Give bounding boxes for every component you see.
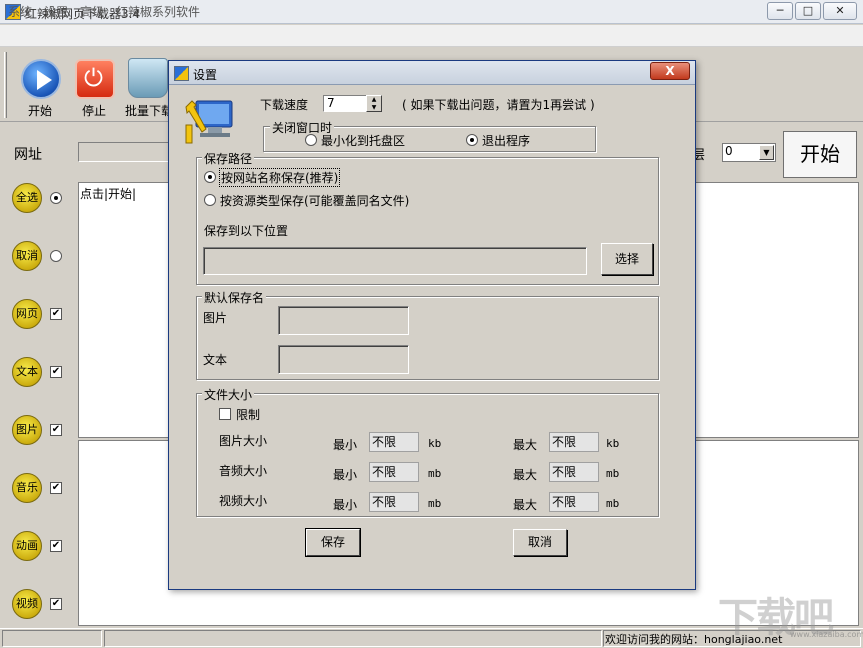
speed-spinner[interactable]: ▲ ▼ [366,95,382,112]
size-min-label: 最小 [333,438,358,452]
watermark-url: www.xiazaiba.com [790,630,863,639]
side-checkbox[interactable]: ✔ [50,308,62,320]
size-unit: mb [428,497,442,510]
limit-checkbox[interactable] [219,408,231,420]
url-label: 网址 [14,147,42,163]
menu-system[interactable]: 系统 [8,3,32,20]
size-max-input[interactable]: 不限 [549,432,599,452]
side-checkbox[interactable]: ✔ [50,366,62,378]
list-hint-text: 点击|开始| [80,187,137,201]
radio-exit-program-label: 退出程序 [482,134,531,148]
speed-input[interactable]: 7 [323,95,367,112]
default-name-title: 默认保存名 [202,289,267,306]
start-download-label: 开始 [27,104,52,118]
side-button[interactable]: 音乐 [12,473,42,503]
size-unit: mb [606,497,620,510]
default-image-label: 图片 [203,311,228,325]
size-max-label: 最大 [513,498,538,512]
cancel-button[interactable]: 取消 [513,529,567,556]
radio-save-by-site-label: 按网站名称保存(推荐) [219,168,341,187]
toolbar-grip [4,52,7,118]
side-checkbox[interactable]: ✔ [50,540,62,552]
size-max-input[interactable]: 不限 [549,462,599,482]
dialog-close-button[interactable]: X [650,62,690,80]
default-text-input[interactable] [278,345,409,374]
side-checkbox[interactable]: ✔ [50,424,62,436]
radio-exit-program[interactable] [466,134,478,146]
limit-label: 限制 [236,408,261,422]
side-radio[interactable] [50,250,62,262]
dialog-title: 设置 [193,68,218,82]
size-row-label: 图片大小 [219,434,268,448]
radio-save-by-type-label: 按资源类型保存(可能覆盖同名文件) [220,194,410,208]
size-min-label: 最小 [333,468,358,482]
stop-label: 停止 [81,104,106,118]
menu-series[interactable]: 红辣椒系列软件 [116,3,200,20]
size-row-label: 视频大小 [219,494,268,508]
side-button[interactable]: 取消 [12,241,42,271]
default-name-group [196,296,659,380]
size-max-label: 最大 [513,468,538,482]
start-download-button[interactable] [21,59,61,99]
save-location-label: 保存到以下位置 [204,224,289,238]
choose-folder-button[interactable]: 选择 [601,243,653,275]
side-checkbox[interactable]: ✔ [50,482,62,494]
settings-tools-icon [185,100,233,144]
radio-save-by-type[interactable] [204,194,216,206]
side-radio[interactable] [50,192,62,204]
stop-button[interactable] [75,59,115,99]
menu-settings[interactable]: 设置 [44,3,68,20]
default-text-label: 文本 [203,353,228,367]
size-row-label: 音频大小 [219,464,268,478]
size-max-label: 最大 [513,438,538,452]
side-checkbox[interactable]: ✔ [50,598,62,610]
batch-download-button[interactable] [128,58,168,98]
size-max-input[interactable]: 不限 [549,492,599,512]
start-button[interactable]: 开始 [783,131,857,178]
size-min-input[interactable]: 不限 [369,432,419,452]
size-unit: mb [606,467,620,480]
save-button[interactable]: 保存 [305,528,361,557]
minimize-button[interactable]: ─ [767,2,793,20]
depth-value: 0 [725,144,733,158]
menu-bar [0,25,863,47]
url-input[interactable] [78,142,174,162]
file-size-title: 文件大小 [202,386,255,403]
size-unit: mb [428,467,442,480]
side-button[interactable]: 文本 [12,357,42,387]
chevron-down-icon[interactable]: ▼ [759,145,774,160]
save-path-title: 保存路径 [202,150,255,167]
dialog-title-bar [169,61,695,85]
radio-save-by-site[interactable] [204,171,216,183]
size-unit: kb [606,437,620,450]
menu-advanced[interactable]: 高级 [80,3,104,20]
size-min-input[interactable]: 不限 [369,462,419,482]
save-location-input[interactable] [203,247,587,275]
speed-label: 下载速度 [260,98,309,112]
side-button[interactable]: 动画 [12,531,42,561]
status-cell-2 [104,630,602,647]
side-button[interactable]: 全选 [12,183,42,213]
status-cell-1 [2,630,102,647]
size-min-input[interactable]: 不限 [369,492,419,512]
close-button[interactable]: ✕ [823,2,857,20]
speed-hint: ( 如果下载出问题，请置为1再尝试 ) [402,98,595,112]
side-button[interactable]: 视频 [12,589,42,619]
radio-minimize-tray-label: 最小化到托盘区 [321,134,406,148]
size-unit: kb [428,437,442,450]
side-button[interactable]: 网页 [12,299,42,329]
default-image-input[interactable] [278,306,409,335]
side-button[interactable]: 图片 [12,415,42,445]
maximize-button[interactable]: □ [795,2,821,20]
radio-minimize-tray[interactable] [305,134,317,146]
app-icon [174,66,189,81]
size-min-label: 最小 [333,498,358,512]
